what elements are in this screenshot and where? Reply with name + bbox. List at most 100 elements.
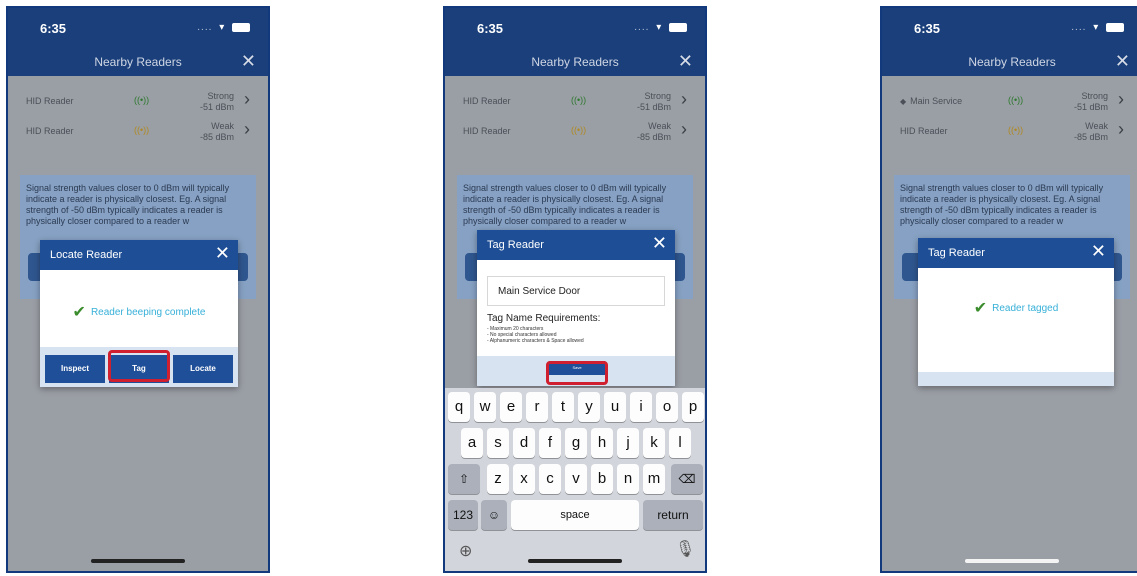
close-icon[interactable]: ✕ — [215, 243, 230, 264]
strength-label: Weak — [648, 121, 671, 131]
close-icon[interactable]: ✕ — [652, 233, 667, 254]
key-j[interactable]: j — [617, 428, 639, 458]
emoji-key-icon[interactable]: ☺ — [481, 500, 507, 530]
numbers-key[interactable]: 123 — [448, 500, 478, 530]
reader-name: HID Reader — [463, 126, 511, 136]
chevron-right-icon[interactable]: › — [244, 89, 250, 110]
key-m[interactable]: m — [643, 464, 665, 494]
shift-key-icon[interactable]: ⇧ — [448, 464, 480, 494]
close-icon[interactable]: ✕ — [678, 51, 693, 72]
key-w[interactable]: w — [474, 392, 496, 422]
key-r[interactable]: r — [526, 392, 548, 422]
signal-weak-icon: ((•)) — [571, 125, 587, 135]
space-key[interactable]: space — [511, 500, 639, 530]
modal-title: Locate Reader — [50, 249, 123, 261]
on-screen-keyboard: q w e r t y u i o p a s d f g h j k l ⇧ … — [445, 388, 705, 571]
home-indicator[interactable] — [91, 559, 185, 563]
phone-screen-tagged: 6:35 .... ▾ Nearby Readers ✕ ◆ Main Servi… — [880, 6, 1137, 573]
nav-bar: Nearby Readers ✕ — [882, 48, 1137, 76]
cellular-signal-icon: .... — [1071, 22, 1087, 33]
battery-icon — [1106, 22, 1124, 32]
highlight-box — [546, 361, 608, 385]
chevron-right-icon[interactable]: › — [681, 119, 687, 140]
key-y[interactable]: y — [578, 392, 600, 422]
key-v[interactable]: v — [565, 464, 587, 494]
modal-header: Locate Reader ✕ — [40, 240, 238, 270]
key-d[interactable]: d — [513, 428, 535, 458]
inspect-button[interactable]: Inspect — [45, 355, 105, 383]
key-q[interactable]: q — [448, 392, 470, 422]
status-bar: 6:35 .... ▾ — [8, 8, 268, 48]
key-p[interactable]: p — [682, 392, 704, 422]
tag-reader-success-modal: Tag Reader ✕ ✔ Reader tagged — [918, 238, 1114, 386]
key-c[interactable]: c — [539, 464, 561, 494]
key-n[interactable]: n — [617, 464, 639, 494]
strength-label: Strong — [644, 91, 671, 101]
battery-icon — [232, 22, 250, 32]
modal-title: Tag Reader — [928, 247, 985, 259]
reader-row[interactable]: HID Reader ((•)) Strong -51 dBm › — [8, 86, 268, 116]
signal-info-text: Signal strength values closer to 0 dBm w… — [900, 183, 1104, 226]
status-message: ✔ Reader tagged — [918, 298, 1114, 318]
key-o[interactable]: o — [656, 392, 678, 422]
status-icons: .... ▾ — [634, 22, 687, 33]
reader-row[interactable]: HID Reader ((•)) Weak -85 dBm › — [8, 116, 268, 146]
reader-row[interactable]: HID Reader ((•)) Weak -85 dBm › — [445, 116, 705, 146]
wifi-icon: ▾ — [656, 22, 663, 33]
checkmark-icon: ✔ — [973, 300, 988, 317]
status-message-text: Reader tagged — [992, 303, 1059, 314]
key-e[interactable]: e — [500, 392, 522, 422]
reader-row[interactable]: HID Reader ((•)) Weak -85 dBm › — [882, 116, 1137, 146]
chevron-right-icon[interactable]: › — [1118, 119, 1124, 140]
reader-list: ◆ Main Service ((•)) Strong -51 dBm › HID … — [882, 86, 1137, 146]
close-icon[interactable]: ✕ — [241, 51, 256, 72]
close-icon[interactable]: ✕ — [1091, 241, 1106, 262]
key-t[interactable]: t — [552, 392, 574, 422]
status-message: ✔ Reader beeping complete — [40, 302, 238, 322]
chevron-right-icon[interactable]: › — [244, 119, 250, 140]
strength-dbm: -51 dBm — [636, 102, 671, 112]
signal-info-text: Signal strength values closer to 0 dBm w… — [463, 183, 667, 226]
strength-dbm: -85 dBm — [199, 132, 234, 142]
reader-strength: Weak -85 dBm — [200, 121, 234, 143]
close-icon[interactable]: ✕ — [1115, 51, 1130, 72]
key-l[interactable]: l — [669, 428, 691, 458]
wifi-icon: ▾ — [219, 22, 226, 33]
page-title: Nearby Readers — [968, 55, 1056, 69]
chevron-right-icon[interactable]: › — [1118, 89, 1124, 110]
phone-screen-locate: 6:35 .... ▾ Nearby Readers ✕ HID Reader … — [6, 6, 270, 573]
status-icons: .... ▾ — [197, 22, 250, 33]
reader-row[interactable]: ◆ Main Service ((•)) Strong -51 dBm › — [882, 86, 1137, 116]
home-indicator[interactable] — [965, 559, 1059, 563]
reader-name-text: Main Service — [910, 96, 963, 106]
key-i[interactable]: i — [630, 392, 652, 422]
tag-name-input[interactable]: Main Service Door — [487, 276, 665, 306]
globe-icon[interactable]: ⊕ — [459, 541, 472, 561]
chevron-right-icon[interactable]: › — [681, 89, 687, 110]
key-a[interactable]: a — [461, 428, 483, 458]
microphone-icon[interactable]: 🎙 — [675, 539, 695, 559]
return-key[interactable]: return — [643, 500, 703, 530]
key-g[interactable]: g — [565, 428, 587, 458]
strength-label: Strong — [1081, 91, 1108, 101]
key-x[interactable]: x — [513, 464, 535, 494]
key-s[interactable]: s — [487, 428, 509, 458]
reader-strength: Strong -51 dBm — [200, 91, 234, 113]
key-k[interactable]: k — [643, 428, 665, 458]
key-u[interactable]: u — [604, 392, 626, 422]
home-indicator[interactable] — [528, 559, 622, 563]
key-b[interactable]: b — [591, 464, 613, 494]
reader-row[interactable]: HID Reader ((•)) Strong -51 dBm › — [445, 86, 705, 116]
backspace-key-icon[interactable]: ⌫ — [671, 464, 703, 494]
status-time: 6:35 — [477, 21, 504, 36]
wifi-icon: ▾ — [1093, 22, 1100, 33]
key-z[interactable]: z — [487, 464, 509, 494]
key-h[interactable]: h — [591, 428, 613, 458]
nav-bar: Nearby Readers ✕ — [8, 48, 268, 76]
status-bar: 6:35 .... ▾ — [445, 8, 705, 48]
key-f[interactable]: f — [539, 428, 561, 458]
strength-label: Strong — [207, 91, 234, 101]
locate-button[interactable]: Locate — [173, 355, 233, 383]
checkmark-icon: ✔ — [72, 304, 86, 321]
reader-strength: Weak -85 dBm — [1074, 121, 1108, 143]
